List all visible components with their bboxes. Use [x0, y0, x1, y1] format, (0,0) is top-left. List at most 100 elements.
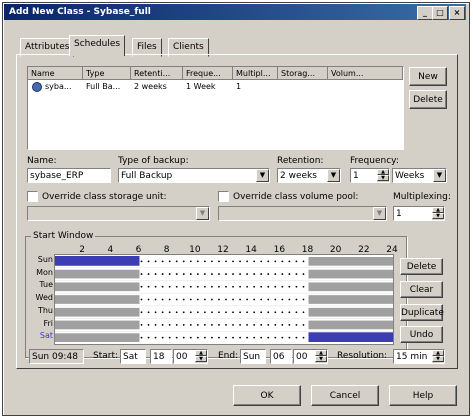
start-window-selection — [308, 332, 393, 342]
frequency-spinner[interactable]: ▲ ▼ — [377, 169, 389, 182]
grid-dot — [260, 273, 263, 275]
delete-window-button[interactable]: Delete — [400, 258, 443, 275]
column-header-frequency[interactable]: Freque... — [183, 67, 233, 80]
grid-dot — [253, 273, 256, 275]
grid-dot — [203, 324, 206, 326]
start-day-field[interactable]: Sat — [120, 349, 146, 364]
ok-button[interactable]: OK — [233, 385, 301, 406]
start-hour-field[interactable]: 18 — [150, 349, 172, 364]
grid-dot — [274, 324, 277, 326]
duplicate-window-button[interactable]: Duplicate — [400, 304, 444, 321]
grid-dot — [147, 336, 150, 339]
column-header-retention[interactable]: Retenti... — [131, 67, 183, 80]
spin-down-icon[interactable]: ▼ — [315, 356, 327, 362]
resolution-stepper[interactable]: 15 min ▲ ▼ — [393, 349, 445, 364]
spin-down-icon[interactable]: ▼ — [377, 175, 389, 181]
grid-dot — [274, 273, 277, 275]
grid-dot — [168, 273, 171, 275]
grid-dot — [288, 273, 291, 275]
volume-pool-dropdown[interactable]: ▼ — [218, 206, 387, 221]
end-day-field[interactable]: Sun — [240, 349, 266, 364]
column-header-volume[interactable]: Volum... — [328, 67, 403, 80]
grid-dot — [140, 285, 143, 288]
grid-dot — [288, 285, 291, 288]
multiplexing-spinner[interactable]: ▲ ▼ — [432, 207, 444, 220]
grid-dot — [175, 273, 178, 275]
override-storage-checkbox[interactable] — [27, 191, 38, 202]
grid-dot — [189, 324, 192, 326]
grid-dot — [168, 311, 171, 314]
tab-schedules[interactable]: Schedules — [69, 35, 126, 56]
help-button[interactable]: Help — [389, 385, 457, 406]
start-window-grid-canvas[interactable] — [55, 255, 393, 344]
multiplexing-stepper[interactable]: 1 ▲ ▼ — [393, 206, 445, 221]
clear-window-button[interactable]: Clear — [400, 281, 443, 298]
grid-dot — [274, 336, 277, 339]
frequency-unit-dropdown[interactable]: Weeks ▼ — [392, 168, 447, 183]
column-header-type[interactable]: Type — [83, 67, 131, 80]
type-of-backup-dropdown[interactable]: Full Backup ▼ — [118, 168, 270, 183]
grid-dot — [260, 285, 263, 288]
grid-dot — [211, 336, 213, 339]
grid-dot — [225, 311, 227, 314]
chevron-down-icon[interactable]: ▼ — [196, 207, 209, 220]
row-cell-retention: 2 weeks — [134, 82, 167, 91]
grid-dot — [168, 298, 171, 301]
column-header-multiplexing[interactable]: Multipl... — [233, 67, 278, 80]
off-hours-band — [308, 282, 393, 292]
name-input[interactable]: sybase_ERP — [27, 168, 111, 183]
override-volume-checkbox[interactable] — [218, 191, 229, 202]
maximize-button[interactable]: □ — [432, 6, 448, 20]
multiplexing-value: 1 — [396, 209, 402, 219]
resolution-spinner[interactable]: ▲ ▼ — [432, 350, 444, 363]
grid-dot — [140, 273, 143, 275]
grid-dot — [218, 324, 220, 326]
chevron-down-icon[interactable]: ▼ — [327, 169, 340, 182]
close-button[interactable]: × — [449, 6, 465, 20]
start-minute-stepper[interactable]: 00 ▲ ▼ — [173, 349, 208, 364]
undo-window-button[interactable]: Undo — [400, 326, 443, 343]
schedule-list[interactable]: Name Type Retenti... Freque... Multipl..… — [27, 66, 404, 150]
chevron-down-icon[interactable]: ▼ — [433, 169, 446, 182]
grid-dot — [211, 260, 213, 263]
grid-dot — [267, 260, 270, 263]
frequency-label: Frequency: — [350, 156, 399, 166]
minimize-button[interactable]: _ — [417, 6, 433, 20]
spin-down-icon[interactable]: ▼ — [432, 213, 444, 219]
grid-dot — [196, 273, 199, 275]
chevron-down-icon[interactable]: ▼ — [373, 207, 386, 220]
grid-dot — [189, 273, 192, 275]
start-window-grid[interactable] — [54, 254, 394, 345]
grid-dot — [246, 324, 249, 326]
chevron-down-icon[interactable]: ▼ — [256, 169, 269, 182]
delete-schedule-button[interactable]: Delete — [409, 90, 447, 109]
row-cell-multiplexing: 1 — [236, 82, 242, 91]
start-minute-spinner[interactable]: ▲ ▼ — [195, 350, 207, 363]
end-label: End: — [218, 351, 239, 361]
column-header-name[interactable]: Name — [28, 67, 83, 80]
grid-dot — [175, 285, 178, 288]
grid-dot — [211, 273, 213, 275]
grid-dot — [182, 298, 185, 301]
new-schedule-button[interactable]: New — [409, 67, 447, 86]
grid-dot — [147, 324, 150, 326]
column-header-storage[interactable]: Storag... — [278, 67, 328, 80]
end-hour-field[interactable]: 06 — [270, 349, 292, 364]
off-hours-band — [308, 257, 393, 266]
end-minute-spinner[interactable]: ▲ ▼ — [315, 350, 327, 363]
grid-dot — [253, 260, 256, 263]
grid-dot — [302, 273, 305, 275]
grid-dot — [168, 336, 171, 339]
end-minute-stepper[interactable]: 00 ▲ ▼ — [293, 349, 328, 364]
frequency-unit-value: Weeks — [395, 171, 425, 181]
grid-dot — [175, 336, 178, 339]
window-title: Add New Class - Sybase_full — [9, 7, 151, 17]
storage-unit-dropdown[interactable]: ▼ — [27, 206, 210, 221]
spin-down-icon[interactable]: ▼ — [432, 356, 444, 362]
retention-dropdown[interactable]: 2 weeks ▼ — [277, 168, 341, 183]
grid-dot — [253, 324, 256, 326]
start-label: Start: — [93, 351, 119, 361]
spin-down-icon[interactable]: ▼ — [195, 356, 207, 362]
frequency-stepper[interactable]: 1 ▲ ▼ — [350, 168, 390, 183]
cancel-button[interactable]: Cancel — [311, 385, 379, 406]
